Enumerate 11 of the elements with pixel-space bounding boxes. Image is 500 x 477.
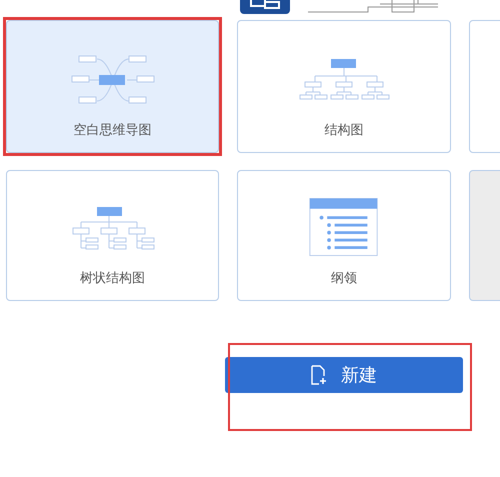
new-file-icon [311,365,327,385]
template-card[interactable]: 纲领 [237,170,451,301]
new-button[interactable]: 新建 [225,357,463,393]
template-card[interactable]: 树状结构图 [6,170,219,301]
template-card[interactable]: 结构图 [237,20,451,153]
template-label: 空白思维导图 [74,122,152,140]
template-card[interactable]: 空白思维导图 [6,20,219,153]
template-label: 结构图 [324,122,364,140]
template-label: 树状结构图 [80,270,145,288]
template-icon [240,0,290,14]
template-label: 纲领 [331,270,357,288]
